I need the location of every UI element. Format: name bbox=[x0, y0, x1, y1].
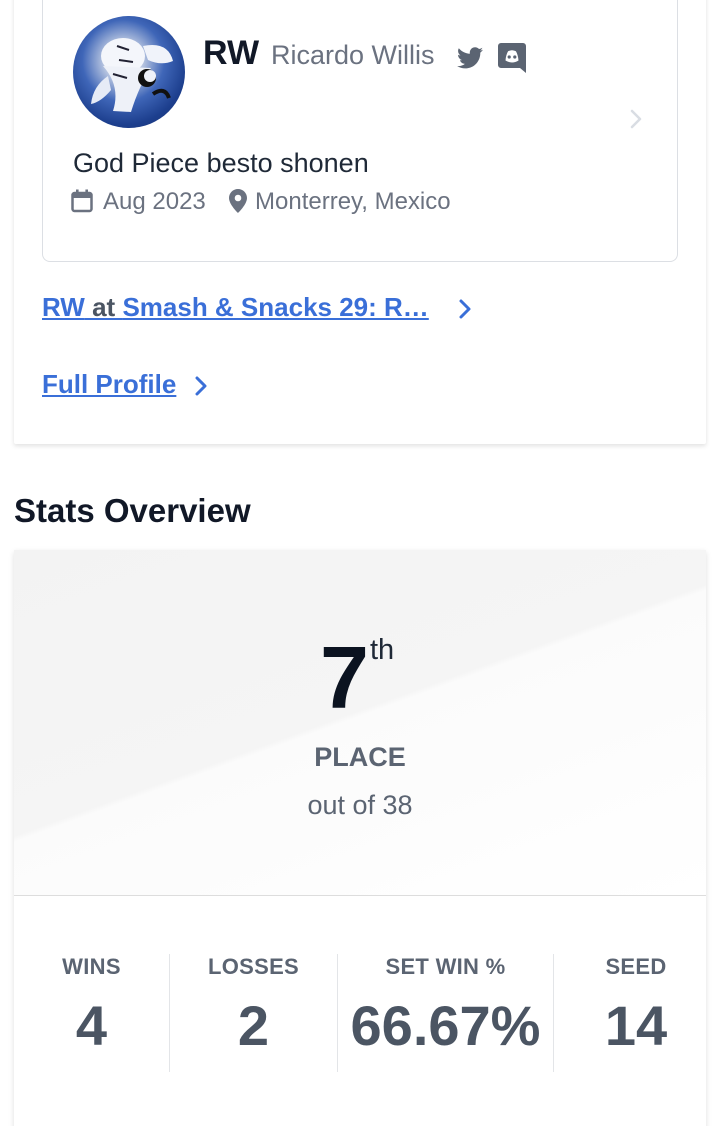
stat-value: 14 bbox=[604, 994, 668, 1057]
placement-panel: 7 th PLACE out of 38 bbox=[14, 550, 706, 896]
placement-suffix: th bbox=[370, 634, 395, 666]
full-profile-link[interactable]: Full Profile bbox=[42, 369, 176, 400]
stat-set-win-percent: SET WIN % 66.67% bbox=[338, 954, 553, 1072]
event-entrant-link[interactable]: RW at Smash & Snacks 29: R… bbox=[42, 292, 429, 323]
chevron-right-icon bbox=[630, 109, 642, 129]
entrant-name-link[interactable]: RW bbox=[42, 292, 85, 322]
placement-label: PLACE bbox=[314, 742, 406, 772]
location-pin-icon bbox=[229, 189, 247, 213]
stat-value: 2 bbox=[237, 994, 270, 1057]
gamer-tag: RW bbox=[203, 34, 260, 72]
twitter-icon[interactable] bbox=[457, 46, 483, 70]
placement-number: 7 bbox=[320, 628, 369, 727]
player-location: Monterrey, Mexico bbox=[255, 188, 451, 215]
stat-value: 4 bbox=[75, 994, 108, 1057]
avatar[interactable] bbox=[73, 16, 185, 128]
real-name: Ricardo Willis bbox=[271, 40, 435, 70]
stat-value: 66.67% bbox=[350, 994, 541, 1057]
entrant-count: out of 38 bbox=[307, 790, 413, 820]
stat-losses: LOSSES 2 bbox=[170, 954, 337, 1072]
event-name-link[interactable]: Smash & Snacks 29: R… bbox=[122, 292, 428, 322]
chevron-right-icon[interactable] bbox=[458, 298, 472, 320]
stat-wins: WINS 4 bbox=[14, 954, 169, 1072]
stat-label: SEED bbox=[605, 954, 667, 979]
chevron-right-icon[interactable] bbox=[194, 375, 208, 397]
player-bio: God Piece besto shonen bbox=[73, 148, 369, 178]
join-date: Aug 2023 bbox=[103, 188, 206, 215]
calendar-icon bbox=[71, 189, 93, 213]
discord-icon[interactable] bbox=[498, 43, 526, 73]
stat-label: WINS bbox=[62, 954, 121, 979]
stats-card: 7 th PLACE out of 38 WINS 4 LOSSES 2 SET… bbox=[14, 550, 706, 1126]
stat-seed: SEED 14 bbox=[554, 954, 718, 1072]
event-link-connector: at bbox=[84, 292, 123, 322]
stat-label: SET WIN % bbox=[385, 954, 506, 979]
profile-summary-box[interactable]: RW Ricardo Willis God Piece besto shonen… bbox=[42, 0, 678, 262]
stats-overview-title: Stats Overview bbox=[14, 492, 251, 529]
avatar-artwork bbox=[91, 38, 173, 112]
player-profile-card: RW Ricardo Willis God Piece besto shonen… bbox=[14, 0, 706, 444]
stat-label: LOSSES bbox=[207, 954, 300, 979]
